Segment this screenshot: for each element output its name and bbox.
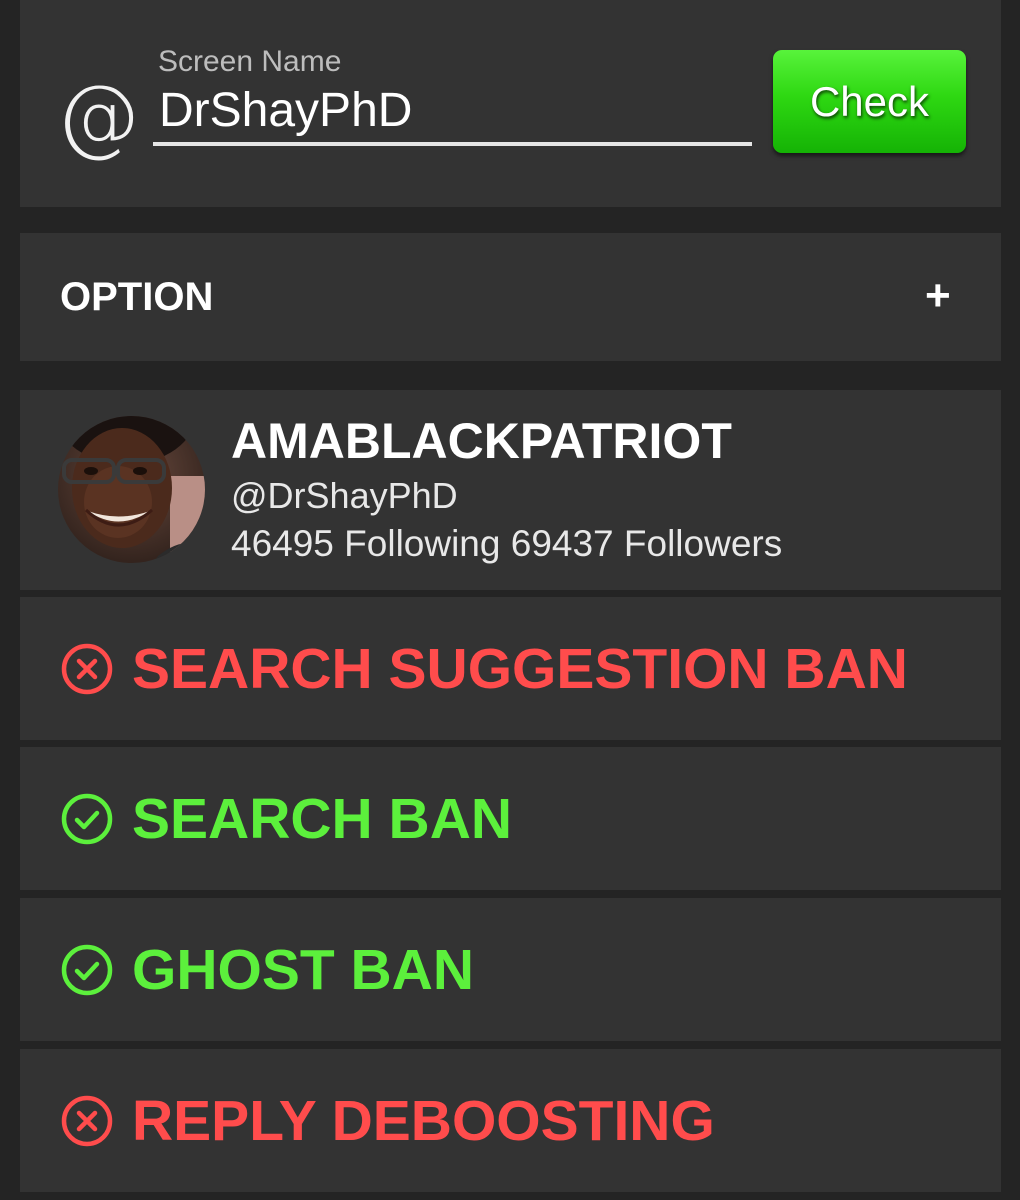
plus-icon[interactable]: + <box>925 271 951 321</box>
result-label: GHOST BAN <box>132 938 474 1002</box>
result-search-ban: SEARCH BAN <box>20 747 1001 890</box>
user-handle: @DrShayPhD <box>231 475 458 516</box>
result-reply-deboosting: REPLY DEBOOSTING <box>20 1049 1001 1192</box>
avatar <box>58 416 205 563</box>
at-sign-icon: @ <box>56 67 140 165</box>
check-circle-icon <box>61 944 113 996</box>
option-label: OPTION <box>60 275 214 319</box>
screen-name-input[interactable] <box>153 78 752 146</box>
x-circle-icon <box>61 643 113 695</box>
option-toggle[interactable]: OPTION + <box>20 233 1001 361</box>
avatar-portrait-icon <box>58 416 205 563</box>
check-circle-icon <box>61 793 113 845</box>
result-label: REPLY DEBOOSTING <box>132 1089 715 1153</box>
result-ghost-ban: GHOST BAN <box>20 898 1001 1041</box>
check-button[interactable]: Check <box>773 50 966 153</box>
screen-name-label: Screen Name <box>158 45 342 78</box>
shadowban-checker-page: @ Screen Name Check OPTION + <box>0 0 1020 1200</box>
result-label: SEARCH BAN <box>132 787 513 851</box>
profile-card: AMABLACKPATRIOT @DrShayPhD 46495 Followi… <box>20 390 1001 590</box>
display-name: AMABLACKPATRIOT <box>231 413 732 469</box>
result-label: SEARCH SUGGESTION BAN <box>132 637 908 701</box>
follow-stats: 46495 Following 69437 Followers <box>231 523 783 564</box>
search-card: @ Screen Name Check <box>20 0 1001 207</box>
result-search-suggestion-ban: SEARCH SUGGESTION BAN <box>20 597 1001 740</box>
x-circle-icon <box>61 1095 113 1147</box>
